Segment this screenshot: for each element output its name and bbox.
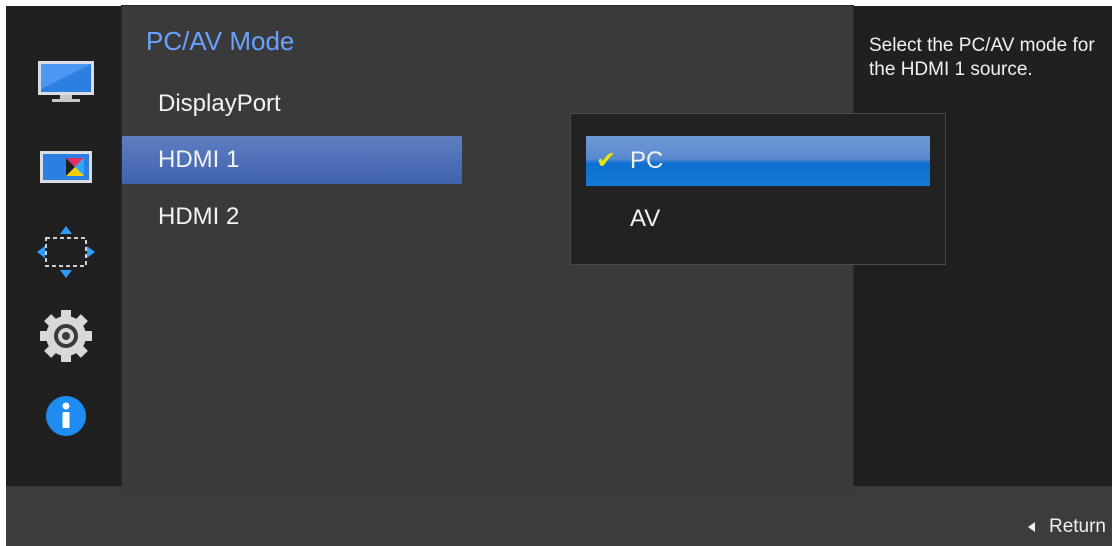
menu-item-displayport[interactable]: DisplayPort: [122, 80, 462, 128]
setup-gear-icon[interactable]: [36, 310, 96, 362]
menu-item-label: HDMI 1: [158, 146, 240, 173]
return-button[interactable]: Return: [1027, 516, 1106, 538]
picture-icon[interactable]: [36, 58, 96, 106]
option-label: AV: [630, 205, 661, 232]
footer-divider: [122, 486, 853, 494]
information-icon[interactable]: [36, 392, 96, 440]
settings-panel: PC/AV Mode DisplayPort HDMI 1 HDMI 2 ✔ P…: [122, 6, 946, 494]
left-arrow-icon: [1027, 522, 1035, 532]
help-text: Select the PC/AV mode for the HDMI 1 sou…: [869, 35, 1095, 80]
menu-item-hdmi1[interactable]: HDMI 1: [122, 136, 462, 184]
return-label: Return: [1048, 516, 1106, 537]
option-pc[interactable]: ✔ PC: [586, 136, 930, 186]
menu-item-label: HDMI 2: [158, 203, 240, 230]
monitor-osd: PC/AV Mode DisplayPort HDMI 1 HDMI 2 ✔ P…: [6, 6, 1112, 546]
menu-item-label: DisplayPort: [158, 90, 281, 117]
osd-sidebar: [6, 6, 122, 486]
checkmark-icon: ✔: [596, 147, 617, 174]
panel-title: PC/AV Mode: [146, 26, 295, 56]
footer-bar: Return: [6, 486, 1112, 546]
option-label: PC: [630, 147, 664, 174]
option-av[interactable]: AV: [586, 194, 930, 244]
menu-item-hdmi2[interactable]: HDMI 2: [122, 193, 462, 241]
color-icon[interactable]: [36, 143, 96, 191]
mode-dropdown: ✔ PC AV: [570, 113, 946, 265]
size-position-icon[interactable]: [36, 226, 96, 278]
